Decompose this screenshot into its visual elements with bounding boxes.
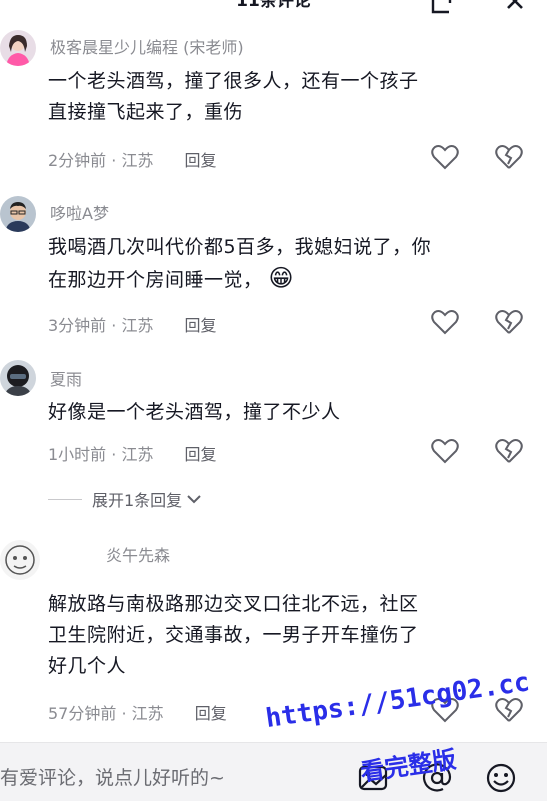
reply-button[interactable]: 回复 [195, 704, 227, 723]
reply-button[interactable]: 回复 [185, 151, 217, 170]
reply-button[interactable]: 回复 [185, 445, 217, 464]
comment-text-line: 卫生院附近，交通事故，一男子开车撞伤了 [48, 624, 419, 646]
divider-line [48, 498, 82, 500]
emoji-icon[interactable] [484, 761, 518, 795]
comments-count-title: 11条评论 [236, 0, 311, 11]
expand-icon[interactable] [428, 0, 454, 16]
comment-meta: 57分钟前 · 江苏 回复 [48, 700, 227, 724]
avatar[interactable] [0, 360, 36, 396]
comment-text-line: 解放路与南极路那边交叉口往北不远，社区 [48, 593, 419, 615]
avatar[interactable] [0, 196, 36, 232]
like-heart-icon[interactable] [430, 307, 460, 337]
comment-meta: 1小时前 · 江苏 回复 [48, 441, 217, 465]
comment-username[interactable]: 极客晨星少儿编程 (宋老师) [50, 34, 244, 58]
expand-replies-label: 展开1条回复 [92, 491, 183, 510]
comment-text: 我喝酒几次叫代价都5百多，我媳妇说了，你 在那边开个房间睡一觉， 😁 [48, 232, 538, 296]
comment-text-line: 我喝酒几次叫代价都5百多，我媳妇说了，你 [48, 236, 432, 258]
comments-header: 11条评论 [0, 0, 547, 18]
grin-emoji: 😁 [268, 264, 295, 292]
like-heart-icon[interactable] [430, 142, 460, 172]
comment-meta: 3分钟前 · 江苏 回复 [48, 312, 217, 336]
comment-text-line: 在那边开个房间睡一觉， [48, 269, 263, 291]
avatar-woman-icon [0, 30, 36, 66]
comment-username[interactable]: 夏雨 [50, 366, 82, 390]
reply-button[interactable]: 回复 [185, 316, 217, 335]
comment-text: 一个老头酒驾，撞了很多人，还有一个孩子 直接撞飞起来了，重伤 [48, 66, 538, 128]
comment-text: 解放路与南极路那边交叉口往北不远，社区 卫生院附近，交通事故，一男子开车撞伤了 … [48, 589, 538, 682]
dislike-broken-heart-icon[interactable] [494, 436, 524, 466]
comment-text-line: 好像是一个老头酒驾，撞了不少人 [48, 401, 341, 423]
comment-username[interactable]: 炎午先森 [106, 542, 170, 566]
avatar[interactable] [0, 540, 40, 580]
like-heart-icon[interactable] [430, 436, 460, 466]
chevron-down-icon [187, 495, 201, 504]
expand-replies-button[interactable]: 展开1条回复 [48, 487, 202, 511]
comment-meta: 2分钟前 · 江苏 回复 [48, 147, 217, 171]
comment-input[interactable]: 有爱评论，说点儿好听的~ [0, 763, 225, 790]
comment-time-location: 57分钟前 · 江苏 [48, 704, 164, 723]
comment-time-location: 2分钟前 · 江苏 [48, 151, 154, 170]
avatar-helmet-icon [0, 360, 36, 396]
comment-text-line: 一个老头酒驾，撞了很多人，还有一个孩子 [48, 70, 419, 92]
avatar-sketch-icon [0, 540, 40, 580]
avatar-man-glasses-icon [0, 196, 36, 232]
dislike-broken-heart-icon[interactable] [494, 307, 524, 337]
close-icon[interactable] [502, 0, 528, 16]
avatar[interactable] [0, 30, 36, 66]
comment-username[interactable]: 哆啦A梦 [50, 200, 109, 224]
comment-time-location: 3分钟前 · 江苏 [48, 316, 154, 335]
comment-time-location: 1小时前 · 江苏 [48, 445, 154, 464]
comment-text-line: 直接撞飞起来了，重伤 [48, 101, 244, 123]
dislike-broken-heart-icon[interactable] [494, 142, 524, 172]
comment-input-bar: 有爱评论，说点儿好听的~ [0, 742, 547, 801]
comment-text: 好像是一个老头酒驾，撞了不少人 [48, 397, 538, 428]
